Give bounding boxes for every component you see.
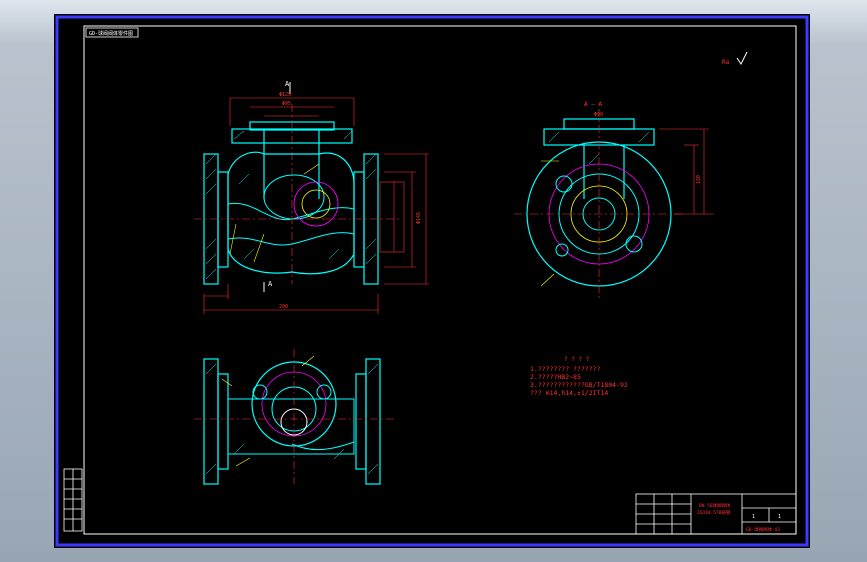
dim-inner-width: Φ95: [282, 101, 291, 107]
note-line-4: ??? m14,h14,±1/2IT14: [530, 389, 608, 397]
note-line-1: 1.???????? ???????: [530, 365, 601, 373]
side-section-label: A — A: [584, 101, 602, 108]
dim-flange-height: Φ145: [416, 212, 422, 224]
technical-notes: ? ? ? ? 1.???????? ??????? 2.?????HB2~85…: [530, 356, 628, 397]
note-line-3: 3.????????????GB/T1804-92: [530, 381, 628, 389]
roughness-label: Ra: [722, 59, 730, 66]
top-view: [194, 349, 394, 485]
scale-a: 1: [752, 514, 755, 520]
drawing-number: GD-球阀阀体-01: [746, 526, 781, 533]
note-line-2: 2.?????HB2~85: [530, 373, 581, 381]
dim-side-top: Φ90: [594, 112, 603, 118]
section-label-bottom: A: [268, 280, 273, 288]
cad-drawing: GD-球阀阀体零件图 Ra A A Φ125 Φ95 Φ145 200 A — …: [55, 15, 809, 547]
roughness-symbol: [736, 51, 748, 65]
front-view: A A Φ125 Φ95 Φ145 200: [194, 80, 429, 314]
drawing-sheet: GD-球阀阀体零件图 Ra A A Φ125 Φ95 Φ145 200 A — …: [54, 14, 810, 548]
dim-top-width: Φ125: [279, 92, 291, 98]
outer-frame: [55, 15, 809, 547]
scale-b: 1: [778, 514, 781, 520]
side-strip: [63, 468, 83, 532]
sheet-code: GD-球阀阀体零件图: [89, 30, 133, 37]
dim-side-height: 180: [696, 175, 702, 184]
part-name-2: ZG310-570铸钢: [697, 509, 731, 516]
section-label-top: A: [285, 80, 290, 88]
notes-title: ? ? ? ?: [564, 356, 590, 363]
part-name-1: DN 50球阀阀体: [699, 502, 731, 509]
side-view: A — A 180 Φ90: [514, 101, 714, 299]
dim-bottom-length: 200: [279, 304, 288, 310]
inner-frame: [83, 25, 797, 535]
